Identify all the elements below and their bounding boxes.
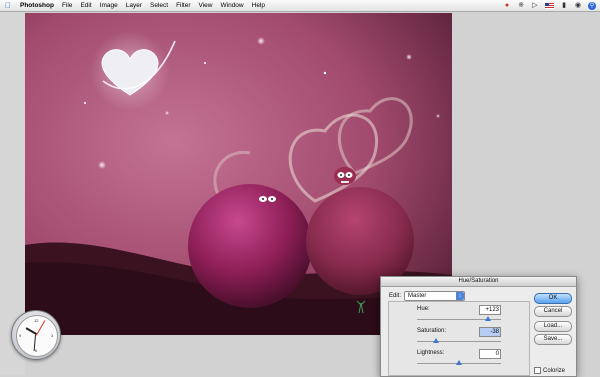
edit-channel-select[interactable]: Master ↕ [404, 291, 466, 301]
clock-widget[interactable]: 12 3 6 9 [11, 310, 61, 360]
spotlight-icon[interactable]: ⚲ [588, 1, 596, 10]
saturation-slider[interactable] [417, 341, 501, 342]
dialog-title: Hue/Saturation [381, 277, 576, 287]
hue-field[interactable]: +123 [479, 305, 501, 315]
menu-filter[interactable]: Filter [172, 0, 194, 11]
clock-number: 3 [51, 333, 54, 338]
saturation-field[interactable]: -38 [479, 327, 501, 337]
battery-icon[interactable]: ▮ [560, 2, 568, 10]
save-button[interactable]: Save... [534, 334, 572, 345]
hue-label: Hue: [417, 306, 430, 312]
menu-image[interactable]: Image [96, 0, 122, 11]
apple-icon[interactable]:  [0, 0, 16, 11]
menu-edit[interactable]: Edit [76, 0, 95, 11]
user-icon[interactable]: ◉ [574, 2, 582, 10]
lightness-slider-thumb[interactable] [456, 360, 462, 365]
clock-number: 12 [34, 318, 39, 323]
colorize-option[interactable]: Colorize [534, 367, 565, 374]
hue-saturation-dialog: Hue/Saturation Edit: Master ↕ Hue: +123 … [380, 276, 577, 377]
volume-icon[interactable]: ▷ [531, 2, 539, 10]
saturation-label: Saturation: [417, 328, 447, 334]
menu-layer[interactable]: Layer [122, 0, 146, 11]
menu-bar:  Photoshop File Edit Image Layer Select… [0, 0, 600, 12]
ladybug-icon[interactable]: ● [503, 2, 511, 10]
menu-extras: ● ※ ▷ ▮ ◉ ⚲ [503, 0, 596, 11]
lightness-label: Lightness: [417, 350, 445, 356]
colorize-label: Colorize [543, 367, 566, 374]
menu-select[interactable]: Select [146, 0, 172, 11]
edit-label: Edit: [389, 293, 402, 299]
bluetooth-icon[interactable]: ※ [517, 2, 525, 10]
load-button[interactable]: Load... [534, 321, 572, 332]
flag-icon[interactable] [545, 2, 554, 9]
edit-channel-value: Master [408, 293, 427, 299]
menu-app-name[interactable]: Photoshop [16, 0, 58, 11]
chevron-updown-icon: ↕ [456, 292, 465, 300]
adjustment-panel: Hue: +123 Saturation: -38 Lightness: 0 [388, 301, 530, 376]
clock-number: 9 [19, 333, 22, 338]
ok-button[interactable]: OK [534, 293, 572, 304]
saturation-slider-thumb[interactable] [433, 338, 439, 343]
menu-file[interactable]: File [58, 0, 76, 11]
menu-window[interactable]: Window [217, 0, 248, 11]
lightness-field[interactable]: 0 [479, 349, 501, 359]
menu-help[interactable]: Help [248, 0, 269, 11]
menu-view[interactable]: View [195, 0, 217, 11]
colorize-checkbox[interactable] [534, 367, 541, 374]
hue-slider-thumb[interactable] [485, 316, 491, 321]
cancel-button[interactable]: Cancel [534, 306, 572, 317]
clock-number: 6 [35, 348, 38, 353]
edit-row: Edit: Master ↕ [389, 291, 466, 301]
